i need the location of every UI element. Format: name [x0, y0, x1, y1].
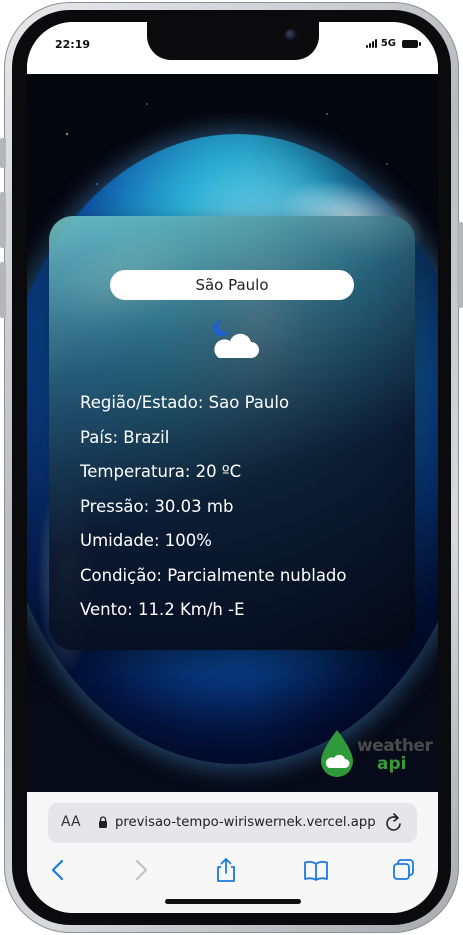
back-icon[interactable] [46, 857, 72, 883]
weatherapi-logo[interactable]: weather api [319, 726, 433, 782]
country-text: País: Brazil [80, 427, 170, 447]
tabs-icon[interactable] [391, 857, 417, 883]
region-state-text: Região/Estado: Sao Paulo [80, 393, 290, 412]
partly-cloudy-night-icon [213, 320, 259, 358]
condition-text: Condição: Parcialmente nublado [80, 565, 347, 585]
wind-text: Vento: 11.2 Km/h -E [80, 600, 245, 619]
notch [147, 22, 319, 60]
lock-icon [99, 816, 107, 828]
address-bar[interactable]: AA previsao-tempo-wiriswernek.vercel.app [48, 803, 417, 843]
app-content: Região/Estado: Sao Paulo País: Brazil Te… [27, 74, 438, 792]
status-time: 22:19 [55, 38, 91, 51]
pressure-text: Pressão: 30.03 mb [80, 496, 234, 516]
status-indicators: 5G [365, 38, 421, 49]
reader-aa-button[interactable]: AA [61, 814, 81, 830]
humidity-text: Umidade: 100% [80, 531, 212, 550]
network-type: 5G [380, 38, 396, 49]
forward-icon[interactable] [127, 857, 153, 883]
power-button [457, 222, 463, 308]
temperature-text: Temperatura: 20 ºC [80, 462, 242, 481]
water-drop-icon [321, 730, 353, 777]
share-icon[interactable] [213, 857, 239, 883]
bookmarks-icon[interactable] [303, 857, 329, 883]
volume-up-button [0, 192, 6, 248]
reload-icon[interactable] [384, 812, 404, 834]
battery-icon [402, 39, 421, 48]
signal-icon [365, 39, 377, 48]
home-indicator [165, 899, 301, 904]
weather-details: Região/Estado: Sao Paulo País: Brazil Te… [80, 386, 400, 628]
mute-switch [0, 138, 6, 168]
safari-browser-bar: AA previsao-tempo-wiriswernek.vercel.app [27, 792, 438, 913]
phone-screen: 22:19 5G Região/Estado: Sao Paulo País: … [27, 22, 438, 913]
city-search-input[interactable] [110, 270, 354, 300]
weather-card: Região/Estado: Sao Paulo País: Brazil Te… [49, 216, 415, 650]
logo-text-weather: weather [357, 736, 433, 756]
url-text[interactable]: previsao-tempo-wiriswernek.vercel.app [115, 815, 376, 830]
volume-down-button [0, 262, 6, 318]
front-camera [285, 29, 297, 41]
logo-text-api: api [377, 754, 407, 774]
